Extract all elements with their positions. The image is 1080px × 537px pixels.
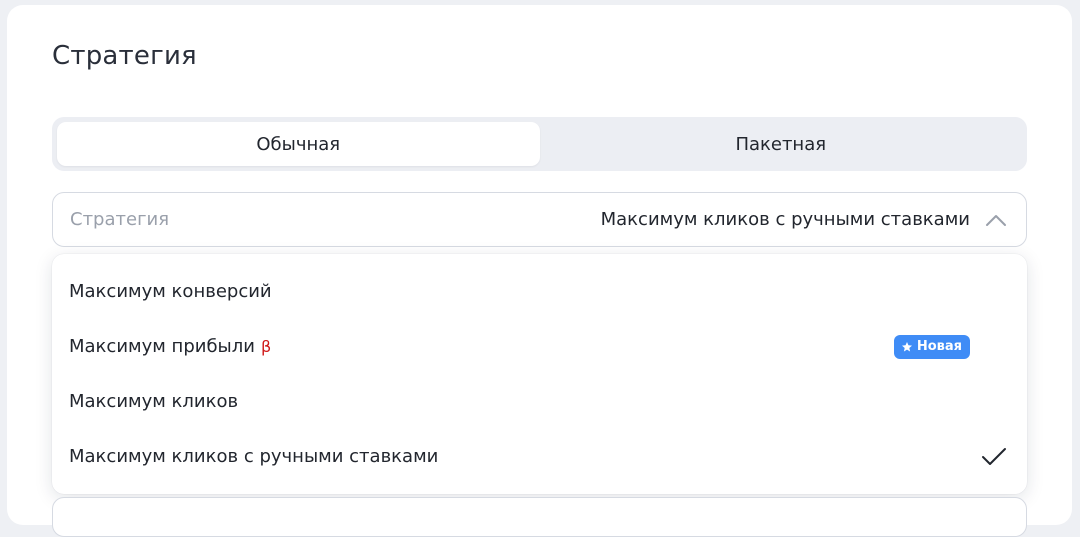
option-max-clicks-manual-bids[interactable]: Максимум кликов с ручными ставками (52, 429, 1027, 484)
new-badge-label: Новая (916, 339, 962, 354)
beta-mark: β (260, 337, 272, 356)
next-field[interactable] (52, 497, 1027, 537)
strategy-card: Стратегия Обычная Пакетная Стратегия Мак… (7, 5, 1072, 537)
strategy-select[interactable]: Стратегия Максимум кликов с ручными став… (52, 192, 1027, 247)
tab-regular[interactable]: Обычная (57, 122, 540, 166)
card-title: Стратегия (52, 41, 197, 71)
strategy-dropdown: Максимум конверсий Максимум прибыли β Но… (52, 254, 1027, 494)
check-icon (981, 444, 1007, 470)
option-label: Максимум кликов с ручными ставками (69, 446, 439, 467)
strategy-select-label: Стратегия (70, 209, 170, 230)
option-label: Максимум конверсий (69, 281, 272, 302)
option-label: Максимум кликов (69, 391, 239, 412)
chevron-up-icon[interactable] (984, 208, 1008, 232)
new-badge: Новая (893, 334, 970, 359)
star-icon (901, 341, 913, 353)
option-max-clicks[interactable]: Максимум кликов (52, 374, 1027, 429)
tab-batch[interactable]: Пакетная (540, 122, 1023, 166)
strategy-type-switch: Обычная Пакетная (52, 117, 1027, 171)
option-label: Максимум прибыли (69, 336, 255, 357)
option-max-conversions[interactable]: Максимум конверсий (52, 264, 1027, 319)
strategy-select-value: Максимум кликов с ручными ставками (600, 209, 970, 230)
option-max-profit[interactable]: Максимум прибыли β Новая (52, 319, 1027, 374)
